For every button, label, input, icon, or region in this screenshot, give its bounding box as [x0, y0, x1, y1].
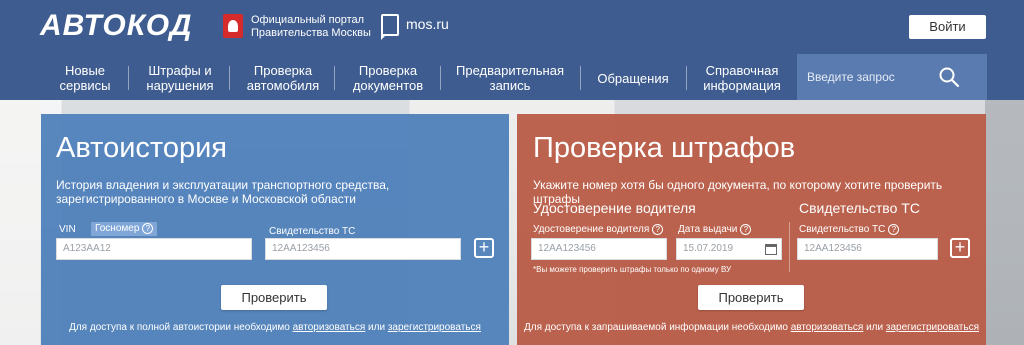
- mos-chat-icon[interactable]: [381, 14, 399, 40]
- top-header: АВТОКОД Официальный портал Правительства…: [0, 0, 1024, 54]
- nav-item-appeals[interactable]: Обращения: [590, 54, 676, 100]
- check-fines-button[interactable]: Проверить: [698, 285, 804, 310]
- nav-separator: [229, 66, 230, 90]
- license-label: Удостоверение водителя?: [533, 224, 664, 236]
- login-link[interactable]: авторизоваться: [293, 322, 366, 333]
- autohistory-panel: Автоистория История владения и эксплуата…: [41, 114, 509, 345]
- mos-link[interactable]: mos.ru: [406, 16, 449, 32]
- license-label-text: Удостоверение водителя: [533, 224, 650, 236]
- login-link[interactable]: авторизоваться: [791, 322, 864, 333]
- fines-cert-label-text: Свидетельство ТС: [799, 224, 886, 236]
- register-link[interactable]: зарегистрироваться: [886, 322, 979, 333]
- fines-title: Проверка штрафов: [533, 132, 796, 164]
- license-input[interactable]: 12АА123456: [531, 238, 667, 260]
- footer-or: или: [368, 322, 386, 333]
- fines-cert-input[interactable]: 12АА123456: [797, 238, 938, 260]
- nav-item-car-check[interactable]: Проверка автомобиля: [240, 54, 326, 100]
- footer-prefix: Для доступа к запрашиваемой информации н…: [523, 322, 788, 333]
- nav-item-fines[interactable]: Штрафы и нарушения: [138, 54, 222, 100]
- fines-cert-label: Свидетельство ТС?: [799, 224, 900, 236]
- gosnomer-tag-label: Госномер: [95, 223, 140, 234]
- help-icon[interactable]: ?: [142, 222, 154, 234]
- login-button[interactable]: Войти: [909, 15, 986, 39]
- cert-label: Свидетельство ТС: [269, 226, 356, 237]
- nav-separator: [334, 66, 335, 90]
- nav-item-appointment[interactable]: Предварительная запись: [450, 54, 570, 100]
- check-autohistory-button[interactable]: Проверить: [221, 285, 327, 310]
- nav-separator: [686, 66, 687, 90]
- date-label: Дата выдачи?: [678, 224, 752, 236]
- search-icon[interactable]: [938, 66, 960, 88]
- nav-separator: [128, 66, 129, 90]
- nav-item-doc-check[interactable]: Проверка документов: [345, 54, 431, 100]
- help-icon[interactable]: ?: [888, 224, 900, 235]
- vin-label[interactable]: VIN: [59, 224, 76, 235]
- nav-separator: [440, 66, 441, 90]
- help-icon[interactable]: ?: [652, 224, 664, 235]
- cert-heading: Свидетельство ТС: [799, 200, 920, 216]
- autohistory-title: Автоистория: [56, 132, 228, 164]
- register-link[interactable]: зарегистрироваться: [388, 322, 481, 333]
- fines-panel: Проверка штрафов Укажите номер хотя бы о…: [517, 114, 986, 345]
- plate-input[interactable]: А123АА12: [56, 238, 252, 260]
- driver-heading: Удостоверение водителя: [533, 200, 696, 216]
- autohistory-description: История владения и эксплуатации транспор…: [56, 178, 390, 206]
- fines-footer: Для доступа к запрашиваемой информации н…: [517, 322, 986, 333]
- moscow-emblem-icon: [223, 14, 243, 38]
- portal-text[interactable]: Официальный портал Правительства Москвы: [251, 14, 381, 40]
- autohistory-footer: Для доступа к полной автоистории необход…: [41, 322, 509, 333]
- nav-item-new-services[interactable]: Новые сервисы: [50, 54, 120, 100]
- cert-input[interactable]: 12АА123456: [265, 238, 461, 260]
- autokod-logo[interactable]: АВТОКОД: [40, 10, 192, 42]
- nav-separator: [580, 66, 581, 90]
- search-input[interactable]: [807, 68, 937, 86]
- add-document-button[interactable]: +: [950, 238, 970, 258]
- gosnomer-tag[interactable]: Госномер?: [91, 222, 158, 236]
- footer-prefix: Для доступа к полной автоистории необход…: [69, 322, 290, 333]
- calendar-icon[interactable]: [765, 244, 777, 255]
- date-label-text: Дата выдачи: [678, 224, 738, 236]
- fines-note: *Вы можете проверить штрафы только по од…: [533, 265, 732, 274]
- footer-or: или: [866, 322, 884, 333]
- help-icon[interactable]: ?: [740, 224, 752, 235]
- add-document-button[interactable]: +: [474, 238, 494, 258]
- column-divider: [789, 222, 790, 272]
- nav-item-reference[interactable]: Справочная информация: [696, 54, 788, 100]
